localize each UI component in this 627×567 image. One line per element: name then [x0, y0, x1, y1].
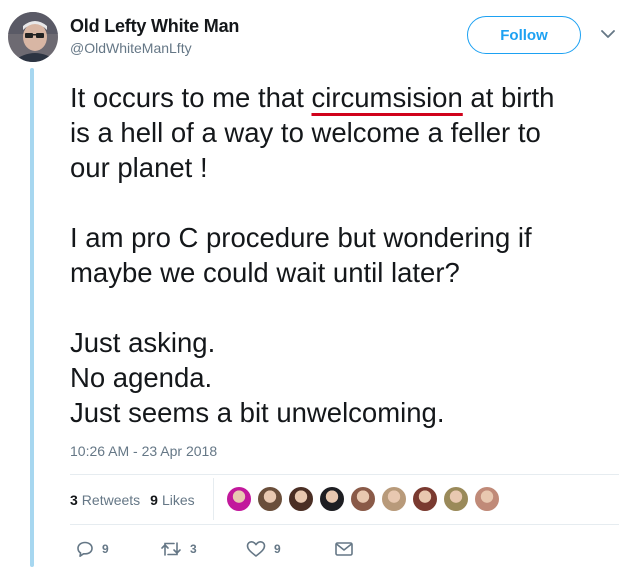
liker-avatar[interactable]: [226, 486, 252, 512]
tweet-paragraph: Just asking. No agenda. Just seems a bit…: [70, 325, 620, 430]
liker-avatar[interactable]: [474, 486, 500, 512]
tweet-paragraph: It occurs to me that circumsision at bir…: [70, 80, 620, 185]
tweet-text-segment: at birth: [462, 82, 555, 113]
retweets-label: Retweets: [81, 492, 141, 508]
retweets-stat[interactable]: 3 Retweets: [70, 492, 140, 508]
liker-avatars: [226, 486, 505, 512]
misspelled-word: circumsision: [311, 82, 463, 113]
divider: [70, 524, 619, 525]
tweet-line: maybe we could wait until later?: [70, 257, 460, 288]
likes-count: 9: [150, 492, 158, 508]
tweet-line: I am pro C procedure but wondering if: [70, 222, 532, 253]
tweet-line: our planet !: [70, 152, 208, 183]
tweet-line: Just seems a bit unwelcoming.: [70, 397, 445, 428]
tweet-text-segment: It occurs to me that: [70, 82, 312, 113]
thread-line: [30, 68, 34, 567]
retweet-button[interactable]: 3: [160, 540, 197, 558]
likes-label: Likes: [161, 492, 195, 508]
liker-avatar[interactable]: [350, 486, 376, 512]
reply-count: 9: [102, 542, 109, 556]
stats-separator: [213, 478, 214, 520]
follow-button[interactable]: Follow: [467, 16, 581, 54]
envelope-icon: [334, 540, 354, 558]
heart-icon: [246, 540, 266, 558]
tweet-stats: 3 Retweets 9 Likes: [70, 492, 205, 508]
like-count: 9: [274, 542, 281, 556]
liker-avatar[interactable]: [381, 486, 407, 512]
liker-avatar[interactable]: [257, 486, 283, 512]
likes-stat[interactable]: 9 Likes: [150, 492, 194, 508]
author-name[interactable]: Old Lefty White Man: [70, 16, 239, 37]
tweet-line: is a hell of a way to welcome a feller t…: [70, 117, 541, 148]
retweet-icon: [160, 540, 182, 558]
author-handle[interactable]: @OldWhiteManLfty: [70, 40, 192, 56]
tweet-line: No agenda.: [70, 362, 213, 393]
retweets-count: 3: [70, 492, 78, 508]
reply-button[interactable]: 9: [76, 540, 109, 558]
tweet-line: It occurs to me that circumsision at bir…: [70, 80, 620, 115]
like-button[interactable]: 9: [246, 540, 281, 558]
liker-avatar[interactable]: [319, 486, 345, 512]
tweet-paragraph: I am pro C procedure but wondering if ma…: [70, 220, 620, 290]
more-options-chevron-down-icon[interactable]: [598, 24, 618, 44]
direct-message-button[interactable]: [334, 540, 354, 558]
avatar[interactable]: [8, 12, 58, 62]
retweet-count: 3: [190, 542, 197, 556]
tweet-text: It occurs to me that circumsision at bir…: [70, 80, 620, 430]
tweet-timestamp[interactable]: 10:26 AM - 23 Apr 2018: [70, 443, 217, 459]
reply-icon: [76, 540, 94, 558]
liker-avatar[interactable]: [443, 486, 469, 512]
tweet-line: Just asking.: [70, 327, 216, 358]
liker-avatar[interactable]: [288, 486, 314, 512]
liker-avatar[interactable]: [412, 486, 438, 512]
divider: [70, 474, 619, 475]
